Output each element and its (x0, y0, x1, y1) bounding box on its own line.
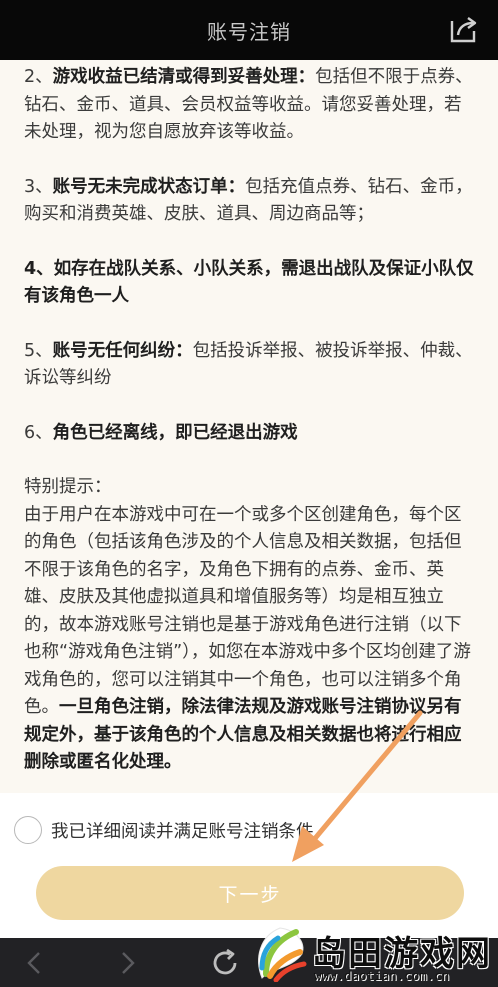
page-title: 账号注销 (207, 19, 291, 44)
agree-checkbox-row[interactable]: 我已详细阅读并满足账号注销条件 (14, 815, 314, 845)
watermark-url: www.daotian.com.cn (314, 968, 450, 983)
condition-item-4: 4、如存在战队关系、小队关系，需退出战队及保证小队仅有该角色一人 (24, 258, 474, 307)
site-watermark: 岛田游戏网 www.daotian.com.cn (252, 922, 498, 987)
share-icon[interactable] (448, 13, 480, 45)
refresh-icon[interactable] (208, 946, 242, 980)
terms-content[interactable]: 2、游戏收益已结清或得到妥善处理：包括但不限于点券、钻石、金币、道具、会员权益等… (0, 60, 498, 793)
special-notice-title: 特别提示： (24, 477, 112, 497)
special-notice: 特别提示： 由于用户在本游戏中可在一个或多个区创建角色，每个区的角色（包括该角色… (24, 474, 474, 777)
forward-icon[interactable] (110, 946, 144, 980)
title-bar: 账号注销 (0, 0, 498, 60)
condition-item-2: 2、游戏收益已结清或得到妥善处理：包括但不限于点券、钻石、金币、道具、会员权益等… (24, 67, 473, 142)
back-icon[interactable] (18, 946, 52, 980)
agree-label[interactable]: 我已详细阅读并满足账号注销条件 (51, 818, 314, 843)
agree-radio[interactable] (14, 816, 42, 844)
condition-item-6: 6、角色已经离线，即已经退出游戏 (24, 422, 298, 443)
special-notice-emphasis: 一旦角色注销，除法律法规及游戏账号注销协议另有规定外，基于该角色的个人信息及相关… (24, 697, 462, 772)
special-notice-body: 由于用户在本游戏中可在一个或多个区创建角色，每个区的角色（包括该角色涉及的个人信… (24, 504, 471, 718)
next-step-button[interactable]: 下一步 (36, 866, 464, 920)
watermark-logo-icon (258, 927, 307, 982)
condition-item-5: 5、账号无任何纠纷：包括投诉举报、被投诉举报、仲裁、诉讼等纠纷 (24, 340, 473, 389)
condition-item-3: 3、账号无未完成状态订单：包括充值点券、钻石、金币，购买和消费英雄、皮肤、道具、… (24, 176, 473, 225)
bottom-panel: 我已详细阅读并满足账号注销条件 下一步 (0, 793, 498, 938)
